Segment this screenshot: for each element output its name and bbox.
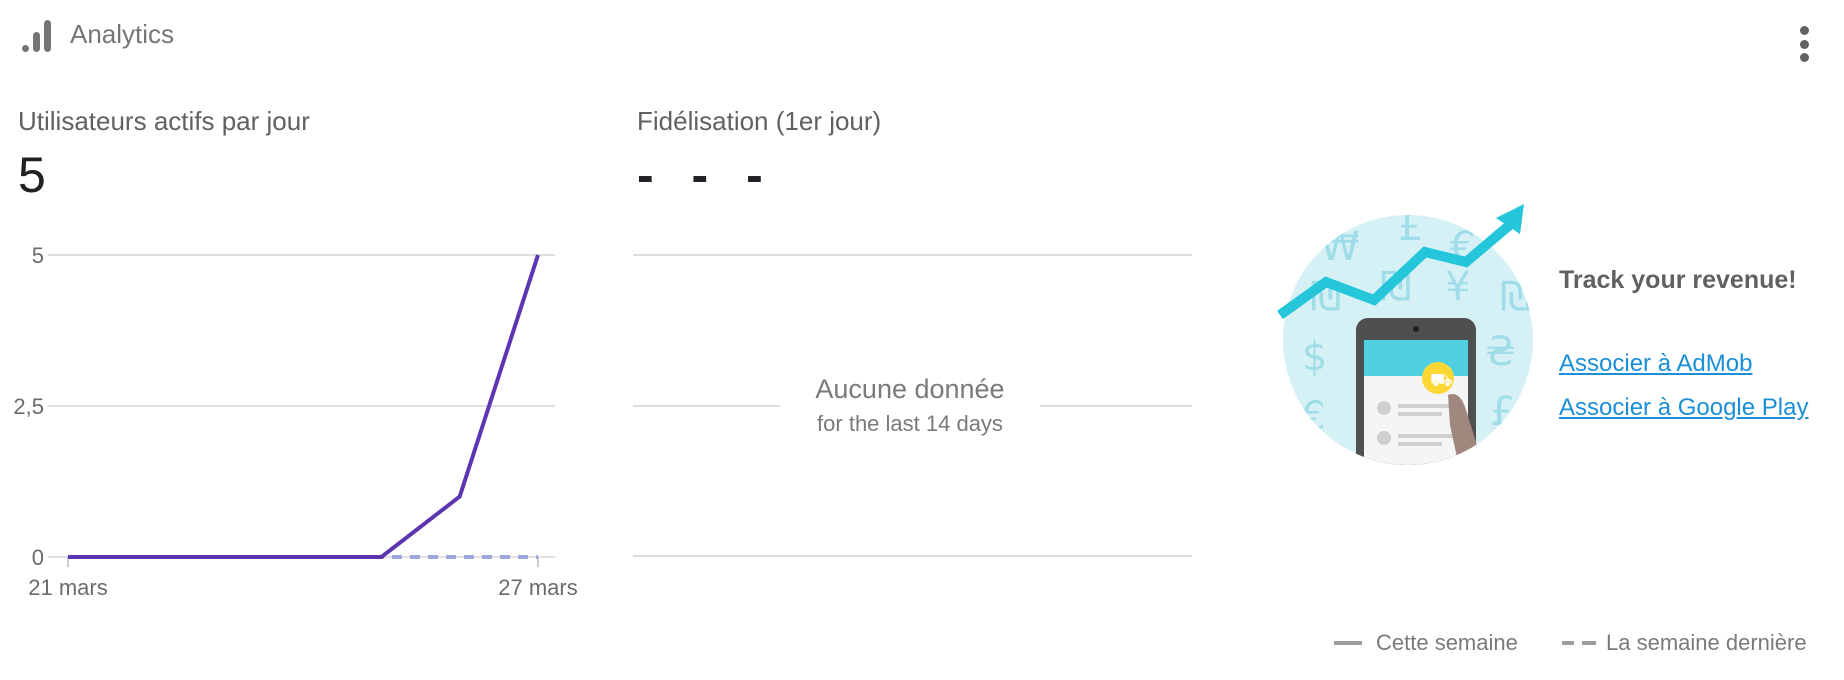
- svg-text:£: £: [1398, 204, 1423, 250]
- legend-last-week-label: La semaine dernière: [1606, 630, 1807, 655]
- legend-dashed-swatch: [1562, 641, 1596, 645]
- svg-text:¥: ¥: [1445, 264, 1470, 310]
- no-data-subtitle: for the last 14 days: [817, 411, 1003, 436]
- retention-chart: [633, 254, 1192, 557]
- no-data-title: Aucune donnée: [815, 374, 1005, 404]
- legend-solid-swatch: [1334, 641, 1362, 645]
- promo-title: Track your revenue!: [1559, 266, 1797, 294]
- legend-last-week: La semaine dernière: [1562, 630, 1807, 656]
- svg-text:⛟: ⛟: [1430, 370, 1453, 391]
- revenue-phone-illustration: ₩ £ € ₪ ₪ ¥ ₪ $ ₴ € £ ⛟: [1277, 204, 1533, 465]
- svg-text:$: $: [1302, 334, 1327, 380]
- svg-text:₪: ₪: [1500, 274, 1531, 320]
- svg-text:€: €: [1300, 394, 1325, 440]
- link-admob[interactable]: Associer à AdMob: [1559, 350, 1752, 378]
- link-google-play[interactable]: Associer à Google Play: [1559, 394, 1808, 422]
- legend-this-week-label: Cette semaine: [1376, 630, 1518, 655]
- svg-text:₴: ₴: [1485, 329, 1516, 375]
- svg-text:£: £: [1490, 389, 1515, 435]
- no-data-message: Aucune donnée for the last 14 days: [780, 374, 1040, 437]
- svg-text:₩: ₩: [1320, 224, 1360, 270]
- legend-this-week: Cette semaine: [1334, 630, 1518, 656]
